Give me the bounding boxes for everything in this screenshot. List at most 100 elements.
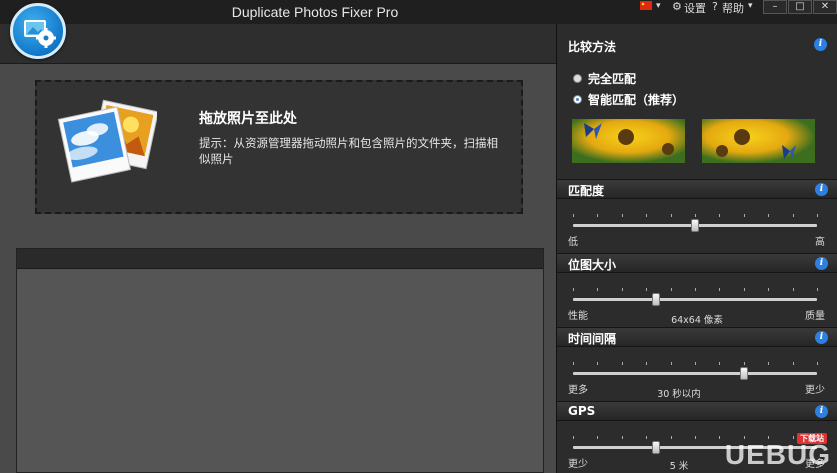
slider-tick [573,436,574,439]
slider-tick [646,214,648,217]
slider-tick [621,288,623,291]
minimize-button[interactable]: – [763,0,787,14]
toolbar [0,24,556,64]
settings-menu[interactable]: 设置 [684,0,706,16]
slider-tick [621,436,623,439]
slider-tick [792,214,794,217]
time-interval-title: 时间间隔 [568,332,617,346]
bitmap-size-slider[interactable] [573,298,817,301]
slider-handle[interactable] [651,441,660,454]
slider-tick [695,362,696,365]
chevron-down-icon[interactable]: ▾ [748,1,753,11]
slider-tick [670,436,672,439]
results-list[interactable] [16,248,544,473]
info-icon[interactable]: i [815,405,828,418]
slider-tick [646,288,648,291]
slider-tick [743,214,745,217]
slider-tick [768,436,770,439]
help-menu[interactable]: 帮助 [722,0,744,16]
close-button[interactable]: ✕ [813,0,837,14]
sunflower-thumbnail-1 [572,119,685,163]
slider-tick [768,362,770,365]
slider-value-label: 64x64 像素 [671,315,723,326]
slider-tick [768,214,770,217]
slider-tick [597,362,599,365]
radio-smart-match[interactable]: 智能匹配（推荐） [573,91,684,108]
maximize-button[interactable]: □ [788,0,812,14]
slider-tick [792,288,794,291]
watermark-logo: UEBUG 下载站 [725,433,831,471]
slider-tick [573,362,574,365]
compare-method-title: 比较方法 [568,40,617,54]
gps-header: GPS i [557,401,837,421]
photo-drop-zone[interactable]: 拖放照片至此处 提示：从资源管理器拖动照片和包含照片的文件夹，扫描相似照片 [35,80,523,214]
slider-tick [719,288,721,291]
slider-value-label: 5 米 [669,461,689,472]
slider-tick [597,288,599,291]
slider-tick [695,288,696,291]
match-level-header: 匹配度 i [557,179,837,199]
slider-tick [817,214,818,217]
gps-title: GPS [568,404,596,418]
info-icon[interactable]: i [814,38,827,51]
slider-max-label: 更少 [805,385,825,396]
bitmap-size-header: 位图大小 i [557,253,837,273]
slider-tick [743,362,745,365]
slider-tick [719,436,721,439]
settings-panel: 比较方法 i 完全匹配 智能匹配（推荐） 匹配度 i 低 高 位图大小 i 性能… [556,24,837,473]
app-logo-icon [10,3,66,59]
help-icon[interactable]: ? [712,0,718,13]
slider-tick [573,288,574,291]
info-icon[interactable]: i [815,257,828,270]
results-header [17,249,543,269]
radio-button[interactable] [573,74,582,83]
bitmap-size-title: 位图大小 [568,258,617,272]
photos-icon [57,92,159,196]
slider-tick [817,362,818,365]
watermark-badge: 下载站 [797,433,827,444]
slider-tick [621,214,623,217]
main-area: 拖放照片至此处 提示：从资源管理器拖动照片和包含照片的文件夹，扫描相似照片 [0,64,556,473]
slider-min-label: 更少 [568,459,588,470]
slider-tick [719,362,721,365]
slider-max-label: 高 [815,237,825,248]
match-level-title: 匹配度 [568,184,605,198]
drop-zone-hint: 提示：从资源管理器拖动照片和包含照片的文件夹，扫描相似照片 [199,136,498,166]
slider-tick [597,436,599,439]
slider-tick [597,214,599,217]
slider-tick [646,362,648,365]
slider-tick [719,214,721,217]
radio-exact-match[interactable]: 完全匹配 [573,70,636,87]
slider-tick [792,436,794,439]
sunflower-thumbnail-2 [702,119,815,163]
slider-value-label: 30 秒以内 [657,389,701,400]
time-interval-header: 时间间隔 i [557,327,837,347]
slider-tick [743,288,745,291]
slider-tick [646,436,648,439]
flag-icon[interactable] [640,0,652,13]
slider-min-label: 低 [568,237,578,248]
slider-tick [817,288,818,291]
slider-tick [670,362,672,365]
slider-handle[interactable] [739,367,748,380]
slider-tick [621,362,623,365]
app-title: Duplicate Photos Fixer Pro [231,4,399,20]
slider-tick [573,214,574,217]
slider-tick [695,214,696,217]
slider-tick [670,288,672,291]
slider-tick [817,436,818,439]
info-icon[interactable]: i [815,331,828,344]
slider-tick [768,288,770,291]
slider-min-label: 性能 [568,311,588,322]
slider-tick [695,436,696,439]
slider-handle[interactable] [691,219,699,232]
info-icon[interactable]: i [815,183,828,196]
title-bar: Duplicate Photos Fixer Pro ▾ ⚙ 设置 ? 帮助 ▾… [0,0,837,24]
radio-button[interactable] [573,95,582,104]
slider-tick [792,362,794,365]
time-interval-slider[interactable] [573,372,817,375]
drop-zone-title: 拖放照片至此处 [199,111,297,127]
slider-handle[interactable] [651,293,660,306]
chevron-down-icon[interactable]: ▾ [656,1,661,11]
gear-icon[interactable]: ⚙ [672,0,682,13]
